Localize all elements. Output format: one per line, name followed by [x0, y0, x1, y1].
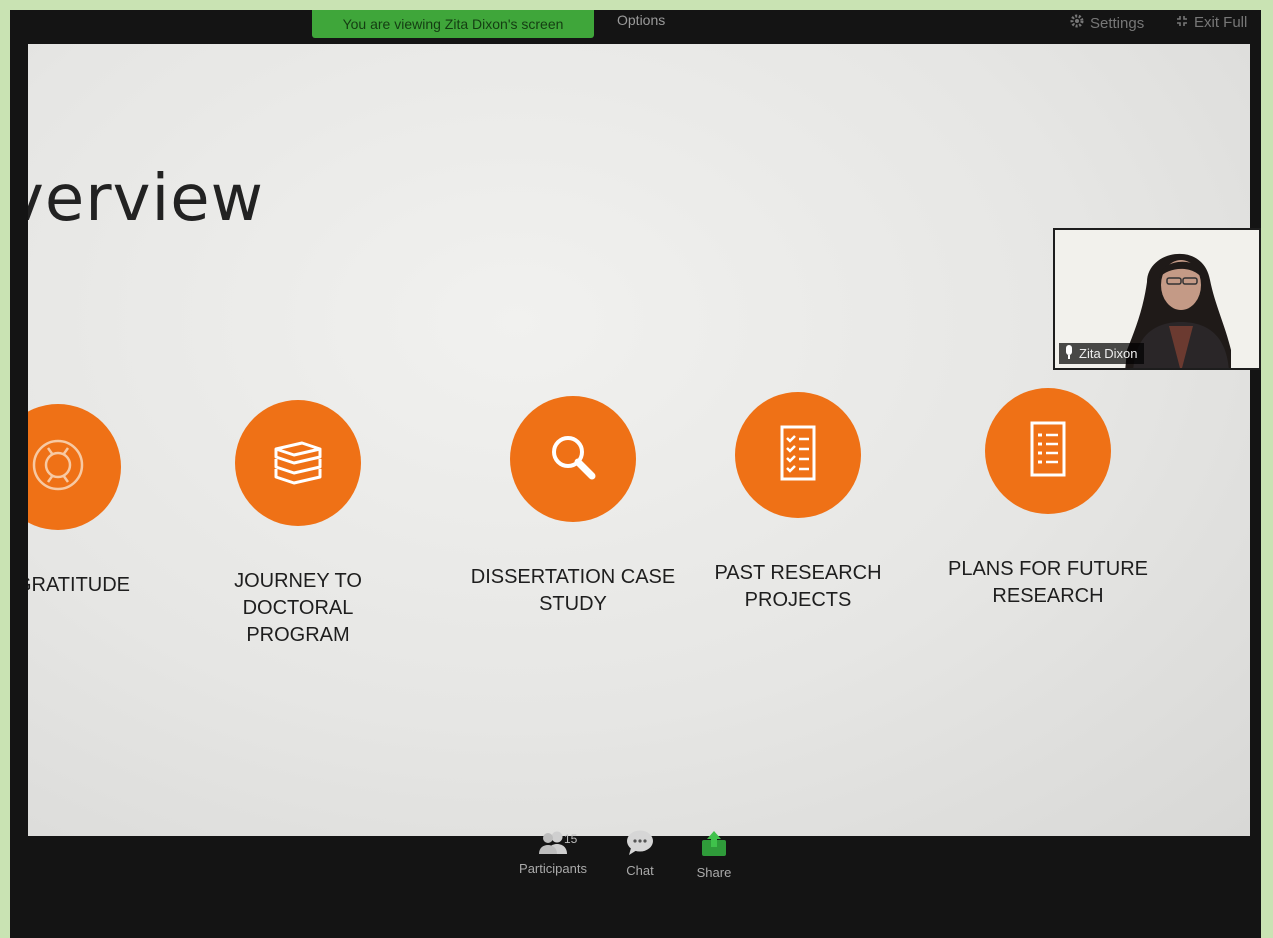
- participants-button[interactable]: 15 Participants: [508, 830, 598, 876]
- viewing-banner: You are viewing Zita Dixon's screen: [312, 10, 594, 38]
- item-circle: [235, 400, 361, 526]
- item-label: DISSERTATION CASE STUDY: [470, 566, 676, 615]
- item-circle: [510, 396, 636, 522]
- exit-fullscreen-button[interactable]: Exit Full: [1176, 14, 1247, 31]
- item-label: PAST RESEARCH PROJECTS: [714, 562, 882, 611]
- item-circle: [985, 388, 1111, 514]
- chat-label: Chat: [626, 863, 654, 878]
- exit-fullscreen-label: Exit Full: [1194, 14, 1248, 31]
- settings-button[interactable]: Settings: [1070, 14, 1144, 32]
- settings-label: Settings: [1090, 14, 1145, 32]
- top-bar: You are viewing Zita Dixon's screen Opti…: [10, 10, 1261, 40]
- chat-button[interactable]: Chat: [610, 830, 670, 878]
- slide-item-past-research: PAST RESEARCH PROJECTS: [698, 392, 898, 614]
- participants-count: 15: [564, 832, 578, 846]
- checklist-icon: [768, 421, 828, 490]
- item-label: JOURNEY TO DOCTORAL PROGRAM: [234, 570, 362, 646]
- participant-name-tag: Zita Dixon: [1059, 343, 1144, 364]
- item-circle: [735, 392, 861, 518]
- books-icon: [266, 429, 330, 498]
- slide-item-dissertation: DISSERTATION CASE STUDY: [458, 396, 688, 618]
- item-label: PLANS FOR FUTURE RESEARCH: [947, 558, 1149, 607]
- exit-fullscreen-icon: [1176, 14, 1188, 31]
- slide-item-future-research: PLANS FOR FUTURE RESEARCH: [938, 388, 1158, 610]
- share-label: Share: [696, 865, 732, 880]
- share-screen-icon: [699, 831, 729, 861]
- zoom-window: You are viewing Zita Dixon's screen Opti…: [10, 10, 1261, 938]
- slide-item-gratitude: GRATITUDE: [28, 404, 168, 599]
- slide-item-journey: JOURNEY TO DOCTORAL PROGRAM: [198, 400, 398, 649]
- item-circle: [28, 404, 121, 530]
- magnifier-icon: [541, 425, 605, 494]
- lifebuoy-icon: [28, 435, 88, 500]
- share-screen-button[interactable]: Share: [684, 830, 744, 880]
- gear-icon: [1070, 14, 1084, 32]
- view-options-button[interactable]: Options: [617, 12, 665, 28]
- participants-label: Participants: [519, 861, 587, 876]
- slide-title: verview: [28, 162, 264, 236]
- microphone-icon: [1065, 345, 1073, 362]
- item-label: GRATITUDE: [28, 574, 131, 596]
- shared-screen-slide: verview GRATITUDE: [28, 44, 1250, 836]
- list-document-icon: [1018, 417, 1078, 486]
- participant-video-tile[interactable]: Zita Dixon: [1053, 228, 1261, 370]
- chat-bubble-icon: [625, 830, 655, 859]
- participant-name: Zita Dixon: [1079, 346, 1138, 361]
